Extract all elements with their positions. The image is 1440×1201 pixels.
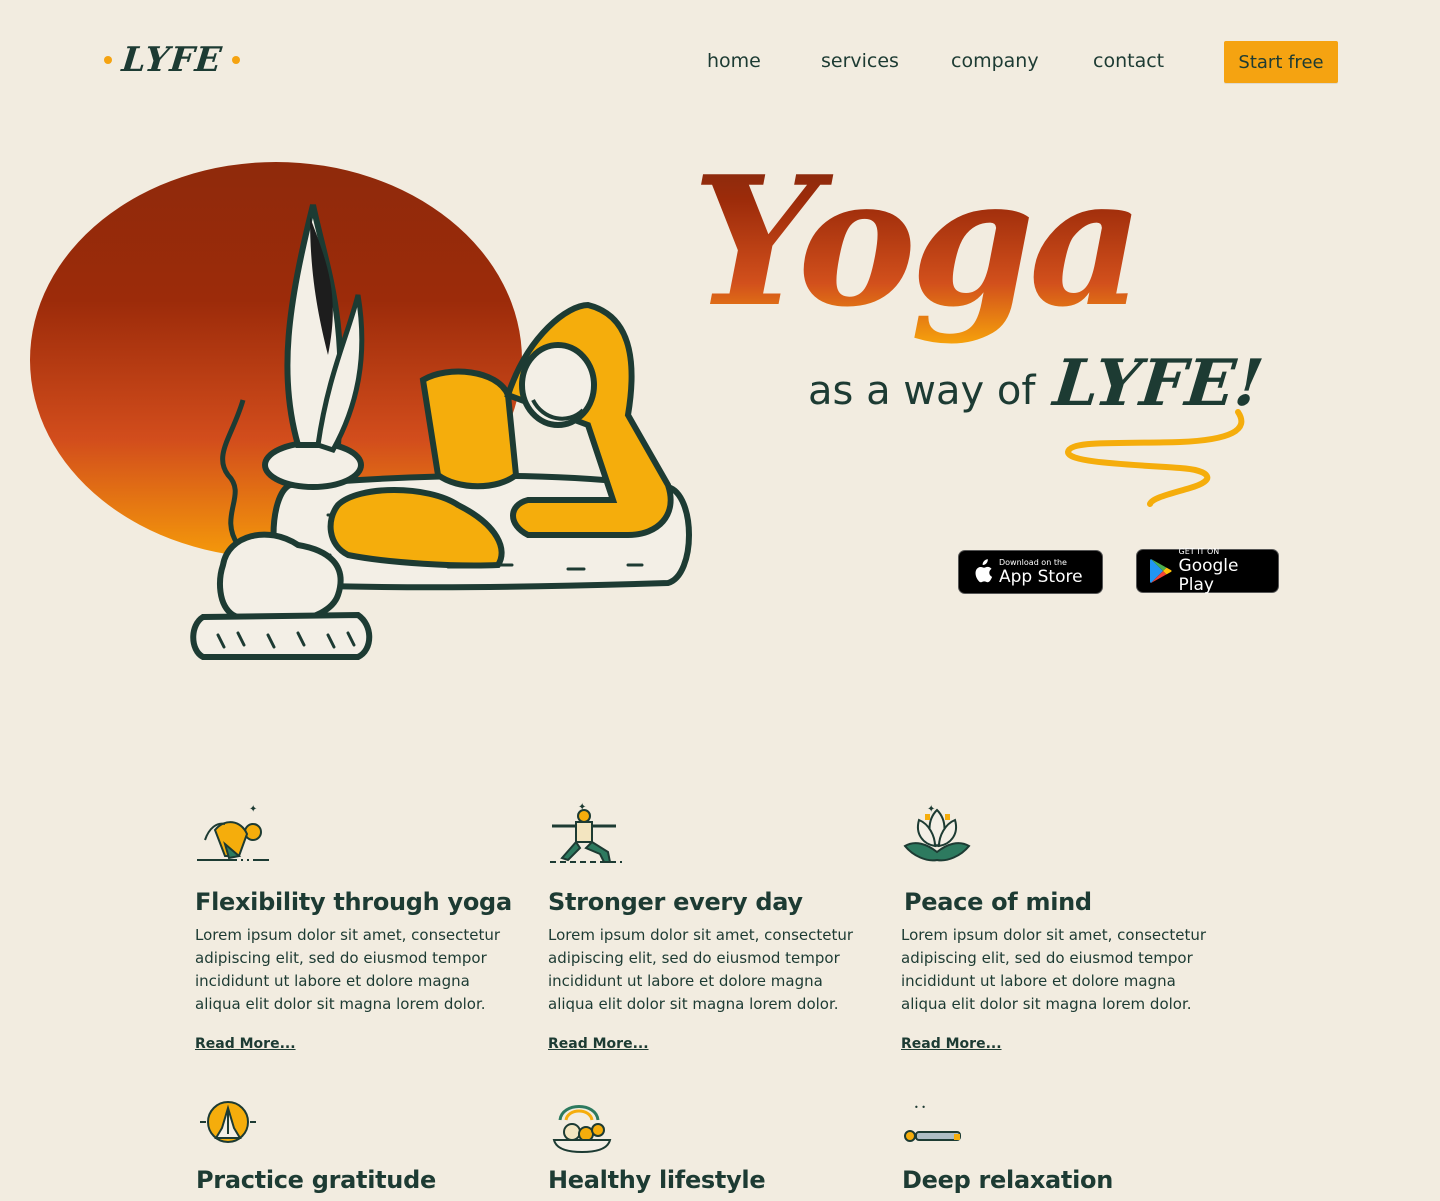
- read-more-link[interactable]: Read More...: [901, 1036, 1002, 1052]
- google-play-button[interactable]: GET IT ON Google Play: [1136, 547, 1279, 595]
- nav-item-services[interactable]: services: [821, 50, 899, 72]
- nav-item-contact[interactable]: contact: [1093, 50, 1164, 72]
- app-store-small-label: Download on the: [999, 557, 1067, 567]
- apple-icon: [965, 559, 999, 585]
- feature-title: Stronger every day: [548, 888, 803, 916]
- hero-illustration: [28, 155, 708, 665]
- feature-card-peace: ✦ Peace of mind Lorem ipsum dolor sit am…: [901, 800, 1221, 1052]
- svg-text:• •: • •: [914, 1103, 926, 1112]
- google-play-label: Google Play: [1178, 556, 1239, 595]
- app-store-button[interactable]: Download on the App Store: [958, 550, 1103, 594]
- feature-title: Peace of mind: [904, 888, 1092, 916]
- nav-item-home[interactable]: home: [707, 50, 761, 72]
- feature-title: Flexibility through yoga: [195, 888, 512, 916]
- feature-card-relaxation: • • Deep relaxation: [902, 1094, 1222, 1194]
- feature-card-flexibility: ✦ Flexibility through yoga Lorem ipsum d…: [195, 800, 515, 1052]
- feature-card-healthy: Healthy lifestyle: [548, 1094, 868, 1194]
- app-store-label: App Store: [999, 566, 1083, 587]
- start-free-button[interactable]: Start free: [1224, 41, 1338, 83]
- hero-tagline: as a way of: [808, 368, 1036, 414]
- underline-swoosh: [1060, 400, 1260, 510]
- svg-text:✦: ✦: [249, 804, 257, 815]
- warrior-pose-icon: ✦: [548, 800, 628, 870]
- feature-text: Lorem ipsum dolor sit amet, consectetur …: [195, 926, 501, 1013]
- healthy-food-icon: [548, 1094, 618, 1154]
- feature-card-stronger: ✦ Stronger every day Lorem ipsum dolor s…: [548, 800, 868, 1052]
- feature-title: Practice gratitude: [196, 1166, 436, 1194]
- lotus-icon: ✦: [901, 800, 981, 870]
- hero-title-text: Yoga: [692, 137, 1138, 346]
- read-more-link[interactable]: Read More...: [548, 1036, 649, 1052]
- google-play-icon: [1143, 558, 1179, 584]
- feature-text: Lorem ipsum dolor sit amet, consectetur …: [901, 926, 1207, 1013]
- read-more-link[interactable]: Read More...: [195, 1036, 296, 1052]
- feature-text: Lorem ipsum dolor sit amet, consectetur …: [548, 926, 854, 1013]
- lying-relaxation-icon: • •: [902, 1094, 972, 1154]
- praying-hands-icon: [196, 1094, 266, 1154]
- nav-item-company[interactable]: company: [951, 50, 1039, 72]
- feature-title: Deep relaxation: [902, 1166, 1113, 1194]
- bow-pose-icon: ✦: [195, 800, 275, 870]
- feature-title: Healthy lifestyle: [548, 1166, 766, 1194]
- feature-card-gratitude: Practice gratitude: [196, 1094, 516, 1194]
